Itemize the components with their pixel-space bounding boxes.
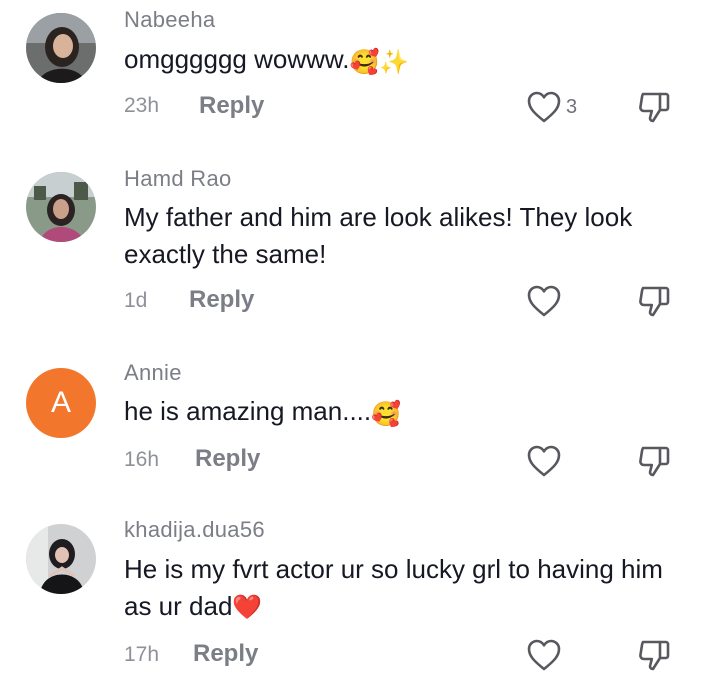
profile-photo-icon [26,13,96,83]
avatar[interactable] [26,172,96,242]
reply-button[interactable]: Reply [189,286,254,314]
comment-username[interactable]: Nabeeha [124,7,215,33]
dislike-icon [639,640,670,671]
heart-outline-icon [527,285,561,317]
profile-photo-icon [26,172,96,242]
heart-outline-icon [527,91,561,123]
heart-outline-icon [527,445,561,477]
like-button[interactable] [526,444,562,478]
comment-username[interactable]: Hamd Rao [124,166,232,192]
comment-text-content: My father and him are look alikes! They … [124,202,633,269]
comment-timestamp: 16h [124,448,160,471]
comment-emoji: 🥰 [371,401,402,428]
reply-button[interactable]: Reply [199,92,264,120]
comment-text: omgggggg wowww.🥰✨ [124,41,684,81]
heart-emoji: ❤️ [232,594,263,621]
comment-timestamp: 17h [124,643,160,666]
reply-button[interactable]: Reply [193,640,258,668]
comment-text-content: omgggggg wowww. [124,44,350,74]
comment-timestamp: 1d [124,289,148,312]
comment-text-content: He is my fvrt actor ur so lucky grl to h… [124,554,663,621]
like-button[interactable] [526,638,562,672]
comment-text: He is my fvrt actor ur so lucky grl to h… [124,551,669,626]
like-button[interactable]: 3 [526,90,577,124]
comment-text: My father and him are look alikes! They … [124,199,684,273]
comment-timestamp: 23h [124,94,160,117]
heart-outline-icon [527,639,561,671]
avatar[interactable]: A [26,368,96,438]
comment-text: he is amazing man....🥰 [124,393,684,433]
comment-emoji: 🥰✨ [349,49,410,76]
like-count: 3 [566,95,578,118]
dislike-button[interactable] [636,638,672,677]
dislike-icon [639,286,670,317]
like-button[interactable] [526,284,562,318]
comment-username[interactable]: khadija.dua56 [124,517,265,543]
avatar-letter: A [50,386,71,419]
dislike-icon [639,446,670,477]
dislike-button[interactable] [636,284,672,323]
dislike-button[interactable] [636,90,672,129]
dislike-button[interactable] [636,444,672,483]
comment-text-content: he is amazing man.... [124,396,372,426]
dislike-icon [639,92,670,123]
avatar[interactable] [26,524,96,594]
comment-username[interactable]: Annie [124,360,182,386]
profile-photo-icon [26,524,96,594]
reply-button[interactable]: Reply [195,445,260,473]
avatar[interactable] [26,13,96,83]
